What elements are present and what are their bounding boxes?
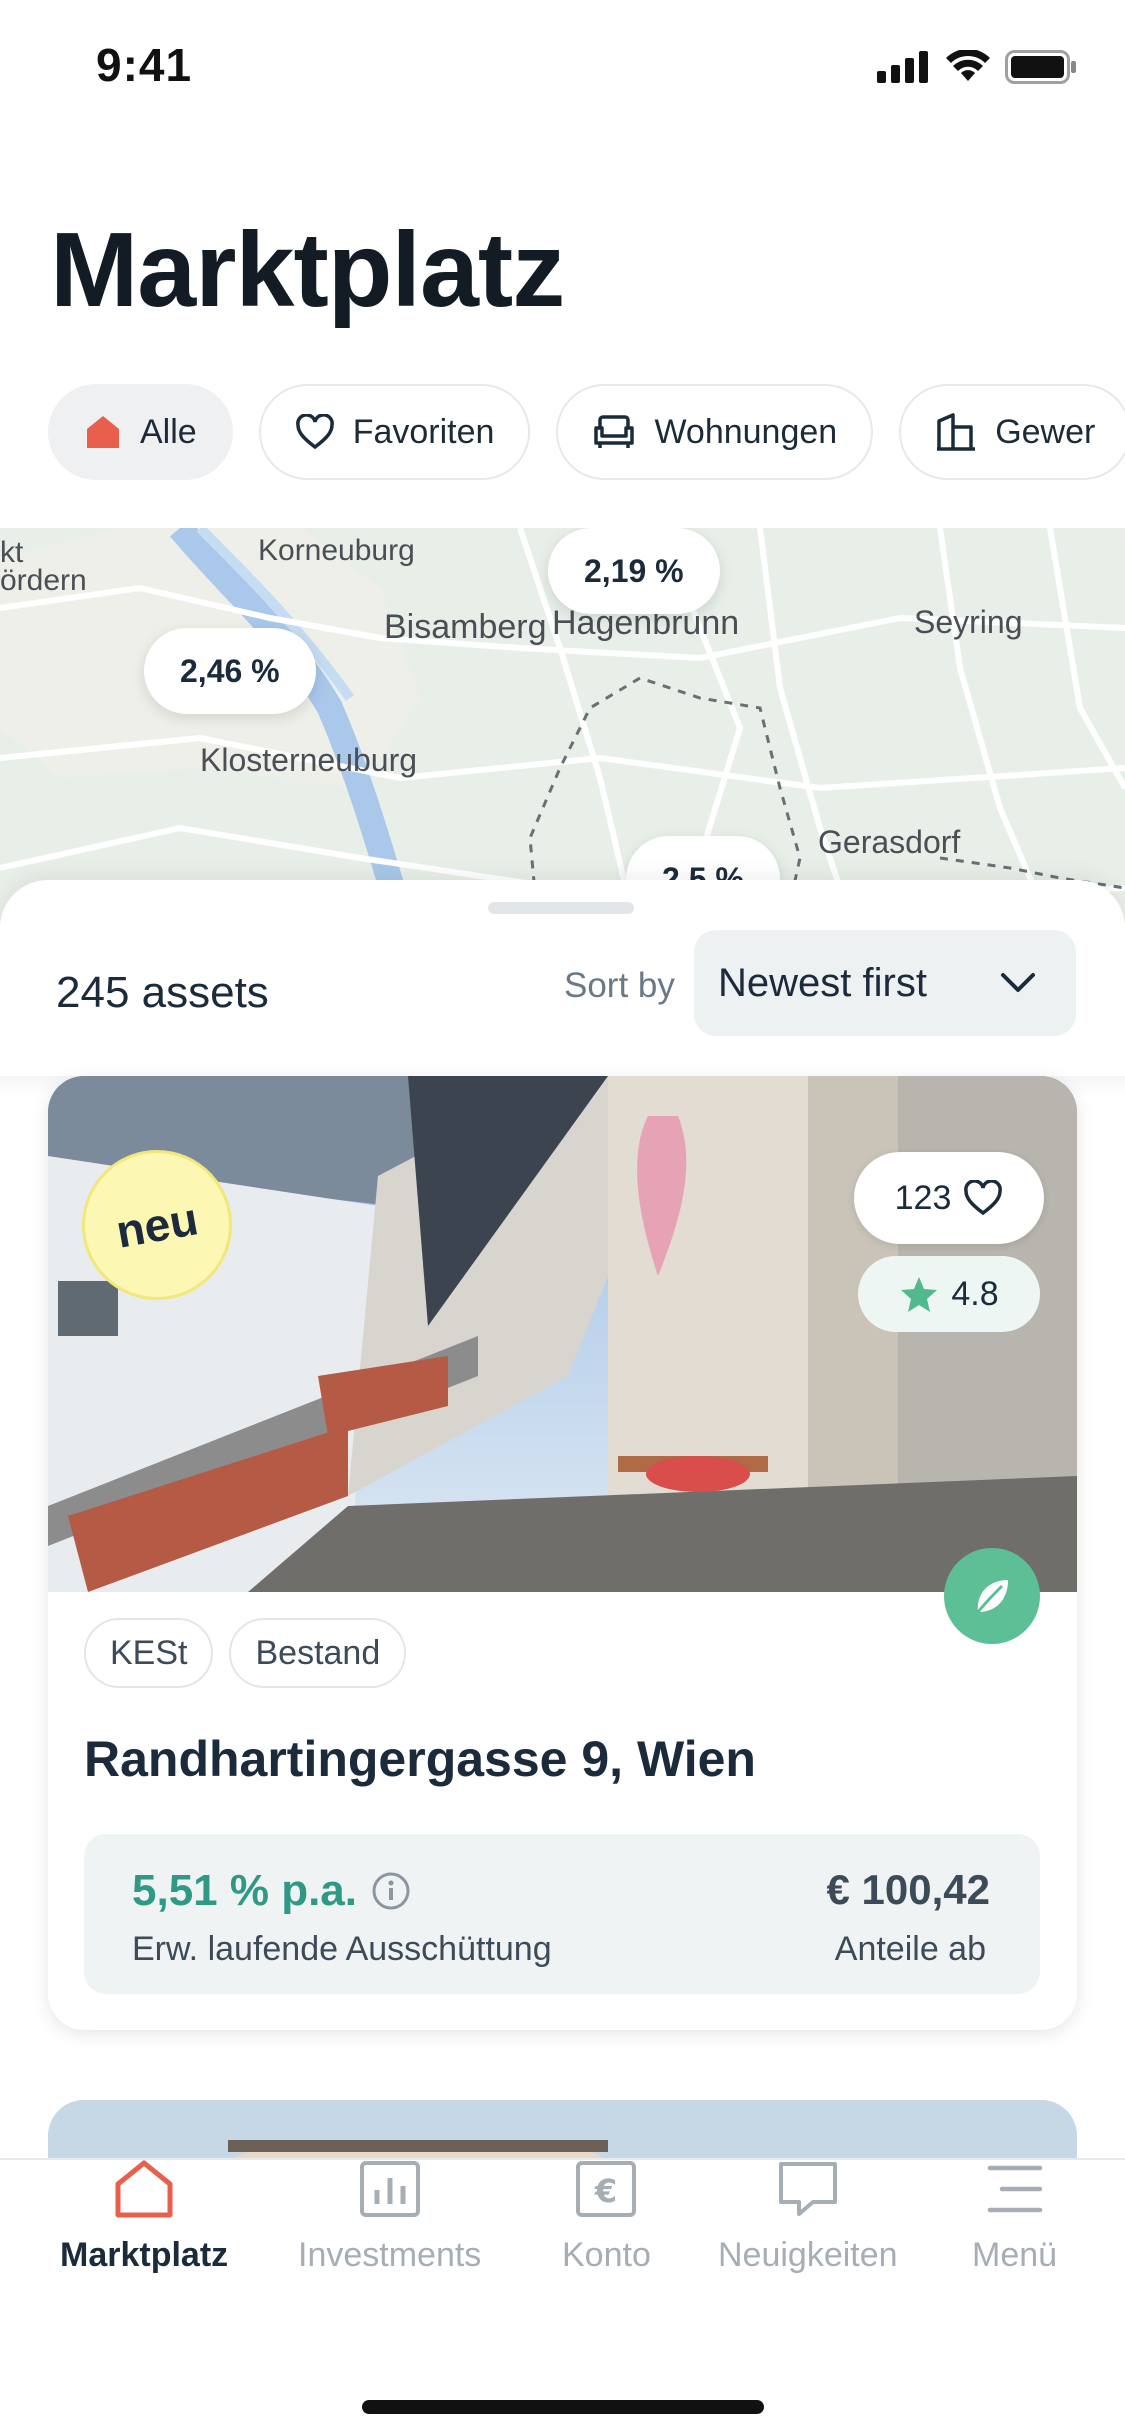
eco-leaf-badge <box>944 1548 1040 1644</box>
chevron-down-icon <box>1001 973 1035 992</box>
map-label: ördern <box>0 564 87 597</box>
tab-label: Neuigkeiten <box>718 2236 898 2274</box>
rating-value: 4.8 <box>951 1274 999 1313</box>
signal-icon <box>877 51 928 83</box>
svg-text:€: € <box>594 2172 617 2210</box>
status-icons <box>877 50 1077 84</box>
sort-value: Newest first <box>718 960 927 1005</box>
leaf-icon <box>976 1580 1008 1613</box>
map-pin[interactable]: 2,19 % <box>548 528 720 614</box>
euro-icon: € <box>576 2161 637 2217</box>
wifi-icon <box>946 50 990 81</box>
sort-label: Sort by <box>564 966 675 1005</box>
bottom-tab-bar: Marktplatz Investments € Konto Neuigkeit… <box>0 2158 1125 2436</box>
heart-icon <box>295 414 334 450</box>
filter-chip-gewerbe[interactable]: Gewer <box>899 384 1125 480</box>
filter-chip-wohnungen[interactable]: Wohnungen <box>556 384 874 480</box>
page-title: Marktplatz <box>50 211 565 329</box>
menu-icon <box>987 2165 1042 2213</box>
battery-icon <box>1005 50 1076 84</box>
tab-konto[interactable]: € Konto <box>562 2160 651 2275</box>
heart-icon <box>964 1180 1003 1216</box>
star-icon <box>901 1277 938 1312</box>
tab-menue[interactable]: Menü <box>972 2160 1057 2275</box>
asset-photo[interactable]: neu 123 4.8 <box>48 1076 1077 1592</box>
map-label: Gerasdorf <box>818 824 961 860</box>
tab-label: Menü <box>972 2236 1058 2274</box>
info-icon[interactable] <box>371 1871 411 1911</box>
tag-kest: KESt <box>84 1618 214 1688</box>
home-icon <box>115 2160 173 2218</box>
filter-chip-label: Favoriten <box>352 412 495 451</box>
asset-count: 245 assets <box>56 968 269 1017</box>
map-label: Bisamberg <box>384 608 547 646</box>
yield-label: Erw. laufende Ausschüttung <box>132 1930 552 1968</box>
message-icon <box>778 2162 837 2216</box>
share-price-label: Anteile ab <box>834 1930 986 1968</box>
filter-chip-label: Gewer <box>995 412 1096 451</box>
tab-label: Investments <box>298 2236 482 2274</box>
filter-chip-label: Alle <box>140 412 197 451</box>
building-icon <box>937 413 976 451</box>
filter-chip-alle[interactable]: Alle <box>48 384 233 480</box>
filter-chip-label: Wohnungen <box>654 412 838 451</box>
status-bar: 9:41 <box>0 0 1125 135</box>
sheet-drag-handle[interactable] <box>488 902 634 914</box>
yield-value-row: 5,51 % p.a. <box>132 1866 411 1916</box>
favorite-count: 123 <box>894 1178 952 1217</box>
tab-neuigkeiten[interactable]: Neuigkeiten <box>718 2160 898 2275</box>
tab-label: Konto <box>562 2236 651 2274</box>
asset-tags: KESt Bestand <box>84 1618 407 1688</box>
home-indicator <box>362 2400 764 2414</box>
map-label: Klosterneuburg <box>200 742 418 778</box>
sort-dropdown[interactable]: Newest first <box>694 930 1076 1036</box>
favorite-button[interactable]: 123 <box>854 1152 1044 1244</box>
map-label: Seyring <box>914 604 1023 640</box>
tag-bestand: Bestand <box>229 1618 407 1688</box>
chart-icon <box>359 2161 420 2217</box>
asset-address: Randhartingergasse 9, Wien <box>84 1731 756 1787</box>
asset-card[interactable]: neu 123 4.8 KESt Bestand Randhartingerga… <box>48 1076 1077 2030</box>
house-filled-icon <box>87 416 119 448</box>
tab-investments[interactable]: Investments <box>298 2160 481 2275</box>
sofa-icon <box>594 415 635 448</box>
tab-marktplatz[interactable]: Marktplatz <box>60 2160 228 2275</box>
tab-label: Marktplatz <box>60 2236 229 2274</box>
filter-chips: Alle Favoriten Wohnungen Gewer <box>48 384 1125 480</box>
filter-chip-favoriten[interactable]: Favoriten <box>258 384 531 480</box>
yield-value: 5,51 % p.a. <box>132 1866 358 1915</box>
map-label: Korneuburg <box>258 534 415 567</box>
share-price: € 100,42 <box>826 1866 991 1913</box>
asset-stats: 5,51 % p.a. Erw. laufende Ausschüttung €… <box>84 1834 1040 1994</box>
status-time: 9:41 <box>96 39 193 91</box>
rating-badge: 4.8 <box>858 1256 1040 1332</box>
map-pin[interactable]: 2,46 % <box>144 628 316 714</box>
